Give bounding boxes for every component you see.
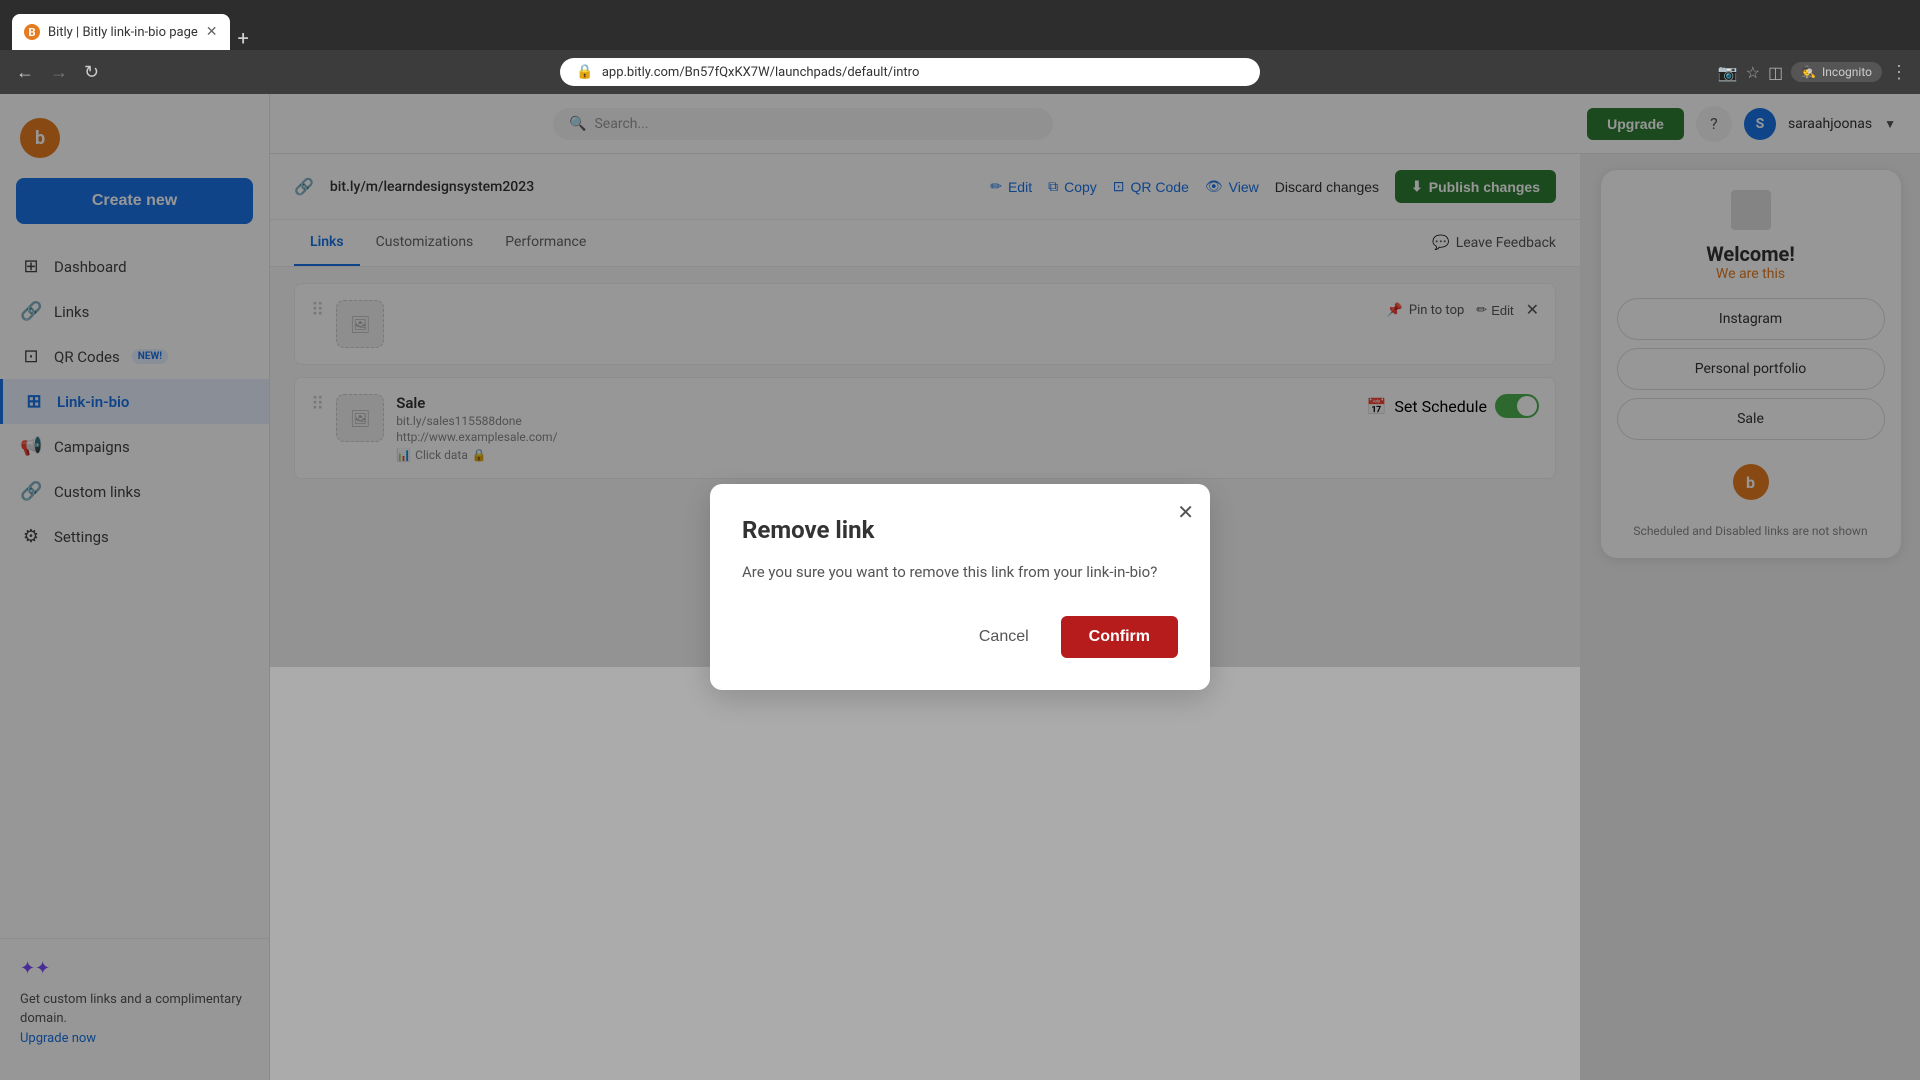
modal-cancel-button[interactable]: Cancel <box>959 616 1049 658</box>
new-tab-button[interactable]: + <box>230 26 257 50</box>
browser-toolbar-right: 📷 ☆ ◫ 🕵 Incognito ⋮ <box>1718 62 1908 83</box>
modal-overlay: ✕ Remove link Are you sure you want to r… <box>0 94 1920 1080</box>
active-tab[interactable]: B Bitly | Bitly link-in-bio page ✕ <box>12 14 230 50</box>
modal-confirm-button[interactable]: Confirm <box>1061 616 1178 658</box>
back-button[interactable]: ← <box>12 58 38 87</box>
forward-button[interactable]: → <box>46 58 72 87</box>
browser-toolbar: ← → ↻ 🔒 app.bitly.com/Bn57fQxKX7W/launch… <box>0 50 1920 94</box>
address-bar[interactable]: 🔒 app.bitly.com/Bn57fQxKX7W/launchpads/d… <box>560 58 1260 86</box>
tab-favicon-letter: B <box>28 26 35 39</box>
star-icon[interactable]: ☆ <box>1746 63 1760 82</box>
tab-title: Bitly | Bitly link-in-bio page <box>48 25 198 40</box>
extensions-icon[interactable]: ◫ <box>1768 63 1783 82</box>
modal-title: Remove link <box>742 516 1178 544</box>
menu-button[interactable]: ⋮ <box>1890 62 1908 83</box>
remove-link-modal: ✕ Remove link Are you sure you want to r… <box>710 484 1210 690</box>
modal-body: Are you sure you want to remove this lin… <box>742 560 1178 584</box>
lock-icon: 🔒 <box>576 64 593 80</box>
incognito-badge: 🕵 Incognito <box>1791 62 1882 82</box>
incognito-label: Incognito <box>1822 65 1872 79</box>
browser-chrome: B Bitly | Bitly link-in-bio page ✕ + <box>0 0 1920 50</box>
tab-favicon: B <box>24 24 40 40</box>
camera-icon: 📷 <box>1718 63 1738 82</box>
modal-close-button[interactable]: ✕ <box>1177 500 1194 525</box>
address-text: app.bitly.com/Bn57fQxKX7W/launchpads/def… <box>602 65 1245 80</box>
tab-close-button[interactable]: ✕ <box>206 24 218 40</box>
incognito-icon: 🕵 <box>1801 65 1816 79</box>
modal-actions: Cancel Confirm <box>742 616 1178 658</box>
browser-tabs: B Bitly | Bitly link-in-bio page ✕ + <box>12 0 257 50</box>
refresh-button[interactable]: ↻ <box>80 58 103 87</box>
